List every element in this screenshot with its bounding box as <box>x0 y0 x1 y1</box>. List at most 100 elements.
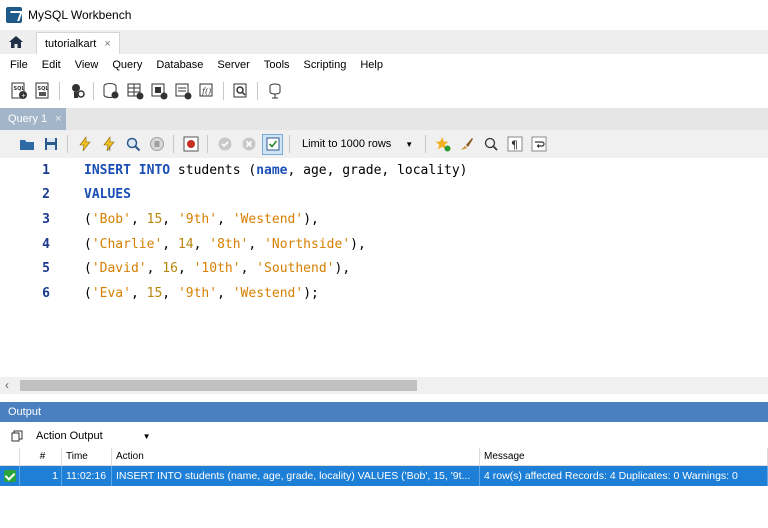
code-line: 4 ('Charlie', 14, '8th', 'Northside'), <box>0 232 366 257</box>
new-sql-tab-icon[interactable]: SQL + <box>8 81 29 102</box>
copy-output-icon[interactable] <box>10 426 24 447</box>
code-line: 3 ('Bob', 15, '9th', 'Westend'), <box>0 207 319 232</box>
svg-text:f(): f() <box>201 87 211 96</box>
limit-rows-label: Limit to 1000 rows <box>302 138 392 150</box>
table-row[interactable]: 1 11:02:16 INSERT INTO students (name, a… <box>0 466 768 486</box>
toggle-stop-on-error-icon[interactable] <box>180 134 201 155</box>
limit-rows-select[interactable]: Limit to 1000 rows ▼ <box>296 134 419 154</box>
explain-magnifier-icon[interactable] <box>122 134 143 155</box>
word-wrap-icon[interactable] <box>528 134 549 155</box>
main-toolbar: SQL + SQL f() <box>0 76 768 106</box>
editor-horizontal-scrollbar[interactable]: ‹ <box>0 377 768 394</box>
line-number: 3 <box>42 211 50 227</box>
execute-current-statement-icon[interactable]: I <box>98 134 119 155</box>
header-action[interactable]: Action <box>112 448 480 465</box>
title-bar: MySQL Workbench <box>0 0 768 30</box>
menu-server[interactable]: Server <box>210 59 256 71</box>
menu-database[interactable]: Database <box>149 59 210 71</box>
add-snippet-star-icon[interactable] <box>432 134 453 155</box>
row-status <box>0 466 20 486</box>
code-line: 5 ('David', 16, '10th', 'Southend'), <box>0 256 350 281</box>
find-magnifier-icon[interactable] <box>480 134 501 155</box>
menu-tools[interactable]: Tools <box>257 59 297 71</box>
scrollbar-thumb[interactable] <box>20 380 417 391</box>
inspector-icon[interactable] <box>66 81 87 102</box>
window-title: MySQL Workbench <box>28 8 132 22</box>
menu-view[interactable]: View <box>68 59 106 71</box>
line-number: 4 <box>42 236 50 252</box>
toolbar-separator <box>59 82 60 100</box>
connection-tab-label: tutorialkart <box>45 37 97 50</box>
menu-help[interactable]: Help <box>353 59 390 71</box>
save-icon[interactable] <box>40 134 61 155</box>
success-check-icon <box>4 470 16 482</box>
menu-query[interactable]: Query <box>105 59 149 71</box>
toolbar-separator <box>173 135 174 153</box>
chevron-down-icon: ▼ <box>405 139 414 149</box>
chevron-down-icon: ▼ <box>142 431 151 441</box>
table-header: # Time Action Message <box>0 448 768 466</box>
commit-icon[interactable] <box>214 134 235 155</box>
header-message[interactable]: Message <box>480 448 768 465</box>
toolbar-separator <box>207 135 208 153</box>
autocommit-toggle-icon[interactable] <box>262 133 283 155</box>
sql-editor-toolbar: I Limit to 1000 rows ▼ ¶ <box>0 130 768 158</box>
search-table-data-icon[interactable] <box>230 81 251 102</box>
code-text: ('Eva', 15, '9th', 'Westend'); <box>84 285 319 301</box>
code-text: ('Charlie', 14, '8th', 'Northside'), <box>84 236 366 252</box>
beautify-brush-icon[interactable] <box>456 134 477 155</box>
close-icon[interactable]: × <box>55 113 61 125</box>
create-schema-icon[interactable] <box>100 81 121 102</box>
code-line: 1 INSERT INTO students (name, age, grade… <box>0 158 467 183</box>
row-message: 4 row(s) affected Records: 4 Duplicates:… <box>480 466 768 486</box>
connection-tab-tutorialkart[interactable]: tutorialkart × <box>36 32 120 54</box>
mysql-workbench-logo-icon <box>6 7 22 23</box>
query-tab-1[interactable]: Query 1 × <box>0 108 66 130</box>
reconnect-icon[interactable] <box>264 81 285 102</box>
code-text: INSERT INTO students (name, age, grade, … <box>84 162 468 178</box>
invisible-characters-icon[interactable]: ¶ <box>504 134 525 155</box>
rollback-icon[interactable] <box>238 134 259 155</box>
row-action: INSERT INTO students (name, age, grade, … <box>112 466 480 486</box>
action-output-table: # Time Action Message 1 11:02:16 INSERT … <box>0 448 768 528</box>
header-status <box>0 448 20 465</box>
create-procedure-icon[interactable] <box>172 81 193 102</box>
code-text: ('Bob', 15, '9th', 'Westend'), <box>84 211 319 227</box>
code-line: 6 ('Eva', 15, '9th', 'Westend'); <box>0 281 319 306</box>
open-sql-script-icon[interactable]: SQL <box>32 81 53 102</box>
line-number: 5 <box>42 261 50 277</box>
menu-edit[interactable]: Edit <box>35 59 68 71</box>
stop-hand-icon[interactable] <box>146 134 167 155</box>
menu-bar: File Edit View Query Database Server Too… <box>0 54 768 76</box>
toolbar-separator <box>425 135 427 153</box>
row-number: 1 <box>20 466 62 486</box>
menu-scripting[interactable]: Scripting <box>297 59 354 71</box>
output-type-label: Action Output <box>36 430 103 442</box>
home-icon <box>9 36 23 48</box>
create-function-icon[interactable]: f() <box>196 81 217 102</box>
workbench-window: MySQL Workbench tutorialkart × File Edit… <box>0 0 768 528</box>
create-view-icon[interactable] <box>148 81 169 102</box>
query-tab-strip: Query 1 × <box>0 108 768 130</box>
home-tab[interactable] <box>0 30 32 54</box>
toolbar-separator <box>223 82 224 100</box>
sql-editor[interactable]: 1 INSERT INTO students (name, age, grade… <box>0 158 768 376</box>
close-icon[interactable]: × <box>104 38 110 50</box>
svg-text:+: + <box>21 93 26 100</box>
menu-file[interactable]: File <box>3 59 35 71</box>
create-table-icon[interactable] <box>124 81 145 102</box>
scroll-left-arrow-icon[interactable]: ‹ <box>5 378 9 392</box>
output-panel-title: Output <box>8 406 42 418</box>
header-number[interactable]: # <box>20 448 62 465</box>
toolbar-separator <box>67 135 68 153</box>
line-number: 2 <box>42 187 50 203</box>
toolbar-separator <box>289 135 290 153</box>
code-text: ('David', 16, '10th', 'Southend'), <box>84 261 351 277</box>
execute-lightning-icon[interactable] <box>74 134 95 155</box>
output-type-select[interactable]: Action Output ▼ <box>30 430 151 442</box>
code-line: 2 VALUES <box>0 183 131 208</box>
open-folder-icon[interactable] <box>16 134 37 155</box>
toolbar-separator <box>93 82 94 100</box>
header-time[interactable]: Time <box>62 448 112 465</box>
line-number: 1 <box>42 162 50 178</box>
